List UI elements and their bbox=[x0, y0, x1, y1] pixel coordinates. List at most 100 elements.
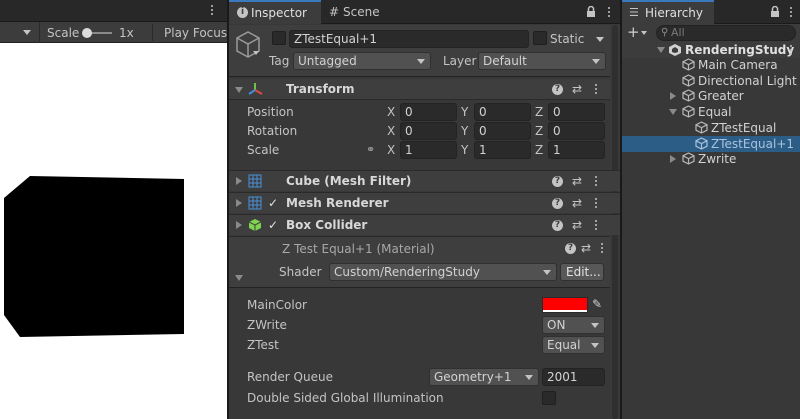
foldout-collapsed-icon[interactable] bbox=[236, 221, 242, 229]
scale-slider[interactable] bbox=[82, 28, 112, 38]
foldout-collapsed-icon[interactable] bbox=[670, 92, 676, 101]
shader-value: Custom/RenderingStudy bbox=[334, 265, 480, 279]
component-menu-icon[interactable] bbox=[595, 84, 598, 95]
shader-dropdown[interactable]: Custom/RenderingStudy bbox=[329, 263, 557, 281]
transform-x-field[interactable]: 1 bbox=[400, 141, 457, 159]
transform-y-field[interactable]: 0 bbox=[474, 122, 531, 140]
presets-icon[interactable]: ⇄ bbox=[572, 81, 582, 97]
hierarchy-item[interactable]: Zwrite bbox=[622, 151, 800, 167]
tab-scene-label: Scene bbox=[343, 5, 380, 19]
tab-scene[interactable]: # Scene bbox=[321, 0, 393, 24]
object-name-field[interactable]: ZTestEqual+1 bbox=[289, 30, 529, 48]
hierarchy-tabbar: ☰ Hierarchy bbox=[622, 0, 800, 24]
gameobject-icon bbox=[682, 74, 695, 87]
axis-y-label: Y bbox=[461, 124, 469, 138]
axis-z-label: Z bbox=[535, 105, 544, 119]
presets-icon[interactable]: ⇄ bbox=[572, 173, 582, 189]
component-menu-icon[interactable] bbox=[595, 220, 598, 231]
static-label: Static bbox=[550, 32, 585, 46]
hierarchy-item[interactable]: ZTestEqual bbox=[622, 120, 800, 136]
presets-icon[interactable]: ⇄ bbox=[572, 195, 582, 211]
transform-z-field[interactable]: 0 bbox=[548, 122, 605, 140]
hierarchy-item[interactable]: Directional Light bbox=[622, 73, 800, 89]
render-queue-label: Render Queue bbox=[247, 370, 333, 384]
foldout-expanded-icon[interactable] bbox=[657, 47, 665, 53]
play-focus-dropdown[interactable]: Play Focus bbox=[164, 25, 227, 41]
icon-dropdown-arrow[interactable] bbox=[253, 51, 259, 55]
transform-y-field[interactable]: 1 bbox=[474, 141, 531, 159]
presets-icon[interactable]: ⇄ bbox=[581, 240, 591, 256]
active-checkbox[interactable] bbox=[272, 31, 286, 45]
help-icon[interactable]: ? bbox=[552, 176, 563, 187]
render-queue-dropdown[interactable]: Geometry+1 bbox=[429, 368, 539, 386]
material-foldout-icon[interactable] bbox=[235, 275, 243, 281]
component-header[interactable]: Cube (Mesh Filter)? ⇄ bbox=[229, 170, 620, 191]
transform-z-field[interactable]: 1 bbox=[548, 141, 605, 159]
inspector-menu-icon[interactable] bbox=[608, 7, 611, 18]
eyedropper-icon[interactable]: ✎ bbox=[592, 296, 602, 312]
foldout-expanded-icon[interactable] bbox=[669, 109, 677, 116]
foldout-expanded-icon[interactable] bbox=[235, 87, 243, 93]
scale-value: 1x bbox=[119, 26, 134, 40]
display-dropdown[interactable] bbox=[0, 22, 40, 43]
scene-root-row[interactable]: RenderingStudy bbox=[622, 42, 800, 58]
ztest-value: Equal bbox=[547, 338, 581, 352]
main-color-swatch[interactable] bbox=[542, 297, 588, 313]
hierarchy-search[interactable]: ⚲ All bbox=[656, 25, 796, 41]
mesh-renderer-icon bbox=[248, 196, 262, 210]
component-menu-icon[interactable] bbox=[595, 198, 598, 209]
zwrite-dropdown[interactable]: ON bbox=[542, 316, 605, 334]
material-menu-icon[interactable] bbox=[601, 243, 604, 254]
hierarchy-item[interactable]: Main Camera bbox=[622, 57, 800, 73]
tab-inspector[interactable]: i Inspector bbox=[229, 0, 321, 24]
lock-icon[interactable] bbox=[586, 6, 596, 18]
lock-icon[interactable] bbox=[770, 6, 780, 18]
help-icon[interactable]: ? bbox=[552, 198, 563, 209]
hierarchy-item-label: ZTestEqual+1 bbox=[711, 136, 795, 151]
layer-dropdown[interactable]: Default bbox=[478, 52, 606, 70]
scene-root-label: RenderingStudy bbox=[685, 43, 795, 57]
cube-silhouette bbox=[4, 176, 184, 337]
foldout-collapsed-icon[interactable] bbox=[236, 199, 242, 207]
transform-x-field[interactable]: 0 bbox=[400, 103, 457, 121]
axis-y-label: Y bbox=[461, 143, 469, 157]
scale-slider-thumb[interactable] bbox=[82, 28, 92, 38]
component-enabled-checkbox[interactable]: ✓ bbox=[268, 217, 278, 233]
component-header[interactable]: ✓ Box Collider? ⇄ bbox=[229, 214, 620, 235]
hierarchy-item[interactable]: ZTestEqual+1 bbox=[622, 135, 800, 152]
transform-header[interactable]: Transform ? ⇄ bbox=[229, 79, 620, 100]
foldout-collapsed-icon[interactable] bbox=[236, 177, 242, 185]
ztest-dropdown[interactable]: Equal bbox=[542, 336, 605, 354]
transform-y-field[interactable]: 0 bbox=[474, 103, 531, 121]
unity-scene-icon bbox=[669, 44, 681, 56]
game-toolbar: Scale 1x Play Focus bbox=[0, 22, 227, 43]
help-icon[interactable]: ? bbox=[552, 84, 563, 95]
help-icon[interactable]: ? bbox=[565, 243, 576, 254]
add-dropdown-arrow[interactable] bbox=[641, 31, 647, 35]
transform-x-field[interactable]: 0 bbox=[400, 122, 457, 140]
foldout-collapsed-icon[interactable] bbox=[670, 155, 676, 164]
game-menu-icon[interactable] bbox=[211, 5, 214, 16]
render-queue-field[interactable]: 2001 bbox=[542, 368, 605, 386]
component-enabled-checkbox[interactable]: ✓ bbox=[268, 195, 278, 211]
hierarchy-item[interactable]: Equal bbox=[622, 104, 800, 120]
tag-dropdown[interactable]: Untagged bbox=[293, 52, 431, 70]
link-scale-icon[interactable]: ⚭ bbox=[366, 142, 375, 158]
static-checkbox[interactable] bbox=[533, 31, 547, 45]
shader-edit-button[interactable]: Edit... bbox=[560, 263, 604, 281]
add-icon[interactable]: + bbox=[627, 24, 640, 40]
static-dropdown-arrow[interactable] bbox=[596, 37, 604, 42]
hierarchy-menu-icon[interactable] bbox=[790, 7, 793, 18]
tab-hierarchy[interactable]: ☰ Hierarchy bbox=[622, 0, 714, 24]
info-icon: i bbox=[237, 7, 248, 18]
dsgi-checkbox[interactable] bbox=[542, 391, 556, 405]
help-icon[interactable]: ? bbox=[552, 220, 563, 231]
component-title: Box Collider bbox=[286, 218, 368, 232]
component-menu-icon[interactable] bbox=[595, 176, 598, 187]
presets-icon[interactable]: ⇄ bbox=[572, 217, 582, 233]
chevron-down-icon bbox=[417, 59, 425, 64]
component-header[interactable]: ✓ Mesh Renderer? ⇄ bbox=[229, 192, 620, 213]
hierarchy-item[interactable]: Greater bbox=[622, 88, 800, 104]
transform-z-field[interactable]: 0 bbox=[548, 103, 605, 121]
scene-menu-icon[interactable] bbox=[790, 45, 793, 56]
